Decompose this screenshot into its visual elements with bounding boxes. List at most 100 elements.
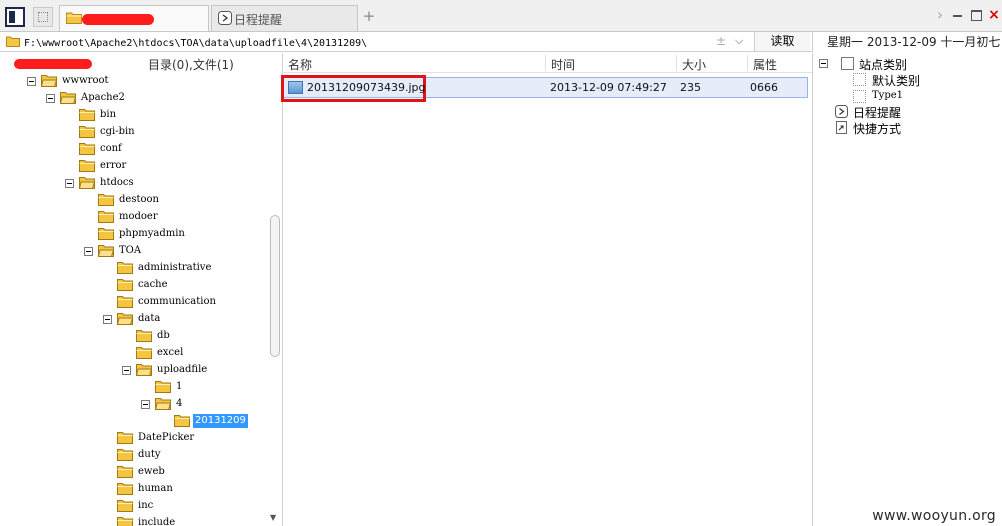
tree-node[interactable]: Apache2	[0, 90, 268, 107]
tree-node-label: cgi-bin	[100, 126, 135, 137]
file-name: 20131209073439.jpg	[307, 81, 426, 94]
folder-icon	[117, 466, 133, 478]
type1-label: Type1	[872, 90, 904, 101]
tree-node[interactable]: htdocs	[0, 175, 268, 192]
watermark: www.wooyun.org	[872, 508, 996, 524]
site-category-label: 站点类别	[859, 58, 908, 72]
tree-node[interactable]: wwwroot	[0, 73, 268, 90]
folder-icon	[6, 36, 20, 47]
tree-node-label: 4	[176, 398, 183, 409]
tree-node-label: inc	[138, 500, 154, 511]
tree-scrollbar[interactable]: ▼	[268, 73, 282, 526]
folder-open-icon	[79, 177, 95, 189]
tree-node-label: human	[138, 483, 173, 494]
tab-file-manager[interactable]	[59, 5, 209, 31]
tree-node[interactable]: TOA	[0, 243, 268, 260]
tree-node[interactable]: phpmyadmin	[0, 226, 268, 243]
column-time[interactable]: 时间	[551, 56, 575, 73]
category-item-icon	[853, 90, 866, 103]
column-size[interactable]: 大小	[682, 56, 706, 73]
tree-node[interactable]: excel	[0, 345, 268, 362]
tree-node-label: duty	[138, 449, 161, 460]
tree-node[interactable]: duty	[0, 447, 268, 464]
tree-node-label: eweb	[138, 466, 165, 477]
tree-node-label: cache	[138, 279, 168, 290]
folder-icon	[117, 483, 133, 495]
add-tab-button[interactable]: +	[362, 7, 376, 25]
next-tab-button[interactable]: ›	[932, 6, 948, 24]
collapse-icon[interactable]	[65, 179, 74, 188]
column-divider[interactable]	[676, 55, 677, 71]
file-time: 2013-12-09 07:49:27	[550, 81, 667, 94]
folder-icon	[79, 160, 95, 172]
schedule-icon	[218, 11, 232, 25]
tree-node[interactable]: error	[0, 158, 268, 175]
folder-icon	[136, 330, 152, 342]
tree-node-label: DatePicker	[138, 432, 195, 443]
folder-icon	[79, 126, 95, 138]
tab-schedule[interactable]: 日程提醒	[211, 5, 358, 31]
column-name[interactable]: 名称	[288, 56, 312, 73]
new-blank-tab-button[interactable]	[33, 7, 53, 27]
tree-node[interactable]: inc	[0, 498, 268, 515]
tree-node[interactable]: conf	[0, 141, 268, 158]
collapse-icon[interactable]	[122, 366, 131, 375]
tree-node[interactable]: bin	[0, 107, 268, 124]
folder-open-icon	[136, 364, 152, 376]
blank-page-icon	[38, 12, 48, 22]
tree-node[interactable]: 1	[0, 379, 268, 396]
tree-node[interactable]: cache	[0, 277, 268, 294]
folder-icon	[117, 500, 133, 512]
tree-node[interactable]: eweb	[0, 464, 268, 481]
file-attr: 0666	[750, 81, 778, 94]
folder-icon	[117, 517, 133, 526]
close-button[interactable]: ×	[986, 6, 1002, 24]
path-input[interactable]	[24, 32, 752, 51]
tree-node[interactable]: data	[0, 311, 268, 328]
chevron-down-icon[interactable]: ⌵	[735, 34, 743, 48]
tree-node[interactable]: 20131209	[0, 413, 268, 430]
tree-node-label: modoer	[119, 211, 158, 222]
tree-node[interactable]: 4	[0, 396, 268, 413]
folder-icon	[79, 109, 95, 121]
tree-node[interactable]: destoon	[0, 192, 268, 209]
tree-node[interactable]: db	[0, 328, 268, 345]
maximize-button[interactable]	[968, 6, 984, 24]
tree-node[interactable]: uploadfile	[0, 362, 268, 379]
collapse-icon[interactable]	[103, 315, 112, 324]
directory-tree: wwwroot Apache2 bin cgi-bin conf error htdocs d…	[0, 73, 268, 526]
column-divider[interactable]	[747, 55, 748, 71]
tree-node[interactable]: administrative	[0, 260, 268, 277]
tree-node[interactable]: communication	[0, 294, 268, 311]
minimize-button[interactable]	[950, 6, 966, 24]
collapse-icon[interactable]	[27, 77, 36, 86]
tab-schedule-label: 日程提醒	[234, 13, 283, 27]
panel-toggle-button[interactable]	[5, 7, 25, 27]
lunar-date: 十一月初七	[940, 35, 1001, 49]
folder-open-icon	[117, 313, 133, 325]
tree-node-label: communication	[138, 296, 216, 307]
column-attr[interactable]: 属性	[753, 56, 777, 73]
redacted-tab-label	[82, 14, 154, 25]
read-button[interactable]: 读取	[754, 32, 810, 51]
tree-node-label: bin	[100, 109, 117, 120]
folder-icon	[117, 449, 133, 461]
folder-icon	[117, 262, 133, 274]
collapse-icon[interactable]	[141, 400, 150, 409]
tree-node[interactable]: modoer	[0, 209, 268, 226]
collapse-icon[interactable]	[46, 94, 55, 103]
file-row[interactable]: 20131209073439.jpg 2013-12-09 07:49:27 2…	[281, 75, 808, 102]
folder-icon	[117, 432, 133, 444]
scrollbar-thumb[interactable]	[270, 215, 280, 357]
tree-node-label: error	[100, 160, 127, 171]
tree-node[interactable]: DatePicker	[0, 430, 268, 447]
scroll-down-arrow-icon[interactable]: ▼	[270, 513, 276, 522]
column-divider[interactable]	[545, 55, 546, 71]
tree-node[interactable]: include	[0, 515, 268, 526]
tree-node[interactable]: human	[0, 481, 268, 498]
tree-node-label: destoon	[119, 194, 159, 205]
tree-node[interactable]: cgi-bin	[0, 124, 268, 141]
collapse-icon[interactable]	[84, 247, 93, 256]
bookmark-toggle-icon[interactable]: ±	[716, 34, 726, 48]
collapse-icon[interactable]	[819, 59, 828, 68]
